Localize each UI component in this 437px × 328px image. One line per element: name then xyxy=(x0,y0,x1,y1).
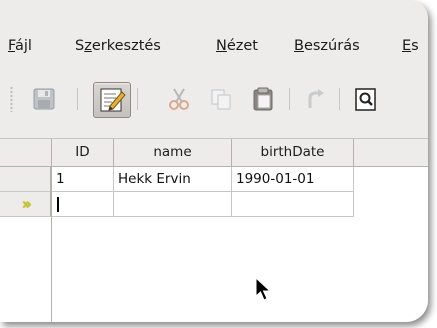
new-cell-birthdate[interactable] xyxy=(232,192,354,217)
new-cell-name[interactable] xyxy=(114,192,232,217)
menu-edit-label-post: erkesztés xyxy=(91,38,161,54)
row-header[interactable] xyxy=(0,167,51,192)
cell-birthdate[interactable]: 1990-01-01 xyxy=(232,167,354,192)
menu-more-label-post: s xyxy=(411,38,419,54)
cut-button[interactable] xyxy=(161,82,197,116)
table-data-grid: ID name birthDate 1 Hekk Ervin 1990-01-0… xyxy=(0,138,428,322)
menu-edit[interactable]: Szerkesztés xyxy=(75,38,161,54)
paste-icon xyxy=(253,87,273,111)
corner-header[interactable] xyxy=(0,139,52,166)
mouse-pointer-icon xyxy=(255,277,272,301)
cell-name[interactable]: Hekk Ervin xyxy=(114,167,232,192)
toolbar-separator xyxy=(339,88,340,110)
toolbar-separator xyxy=(137,88,138,110)
menu-file[interactable]: Fájl xyxy=(8,38,32,54)
menu-view-label-post: ézet xyxy=(226,38,258,54)
table-data-view-window: Fájl Szerkesztés Nézet Beszúrás Es ID na… xyxy=(0,0,428,322)
menu-bar: Fájl Szerkesztés Nézet Beszúrás Es xyxy=(0,38,428,64)
text-cursor xyxy=(57,197,59,212)
copy-button[interactable] xyxy=(203,82,239,116)
undo-icon xyxy=(308,89,324,108)
find-record-icon xyxy=(355,88,376,111)
menu-more-mnemonic: E xyxy=(402,38,412,54)
toolbar-separator xyxy=(289,88,290,110)
menu-view-mnemonic: N xyxy=(216,38,227,54)
toolbar-grip[interactable] xyxy=(10,86,13,112)
new-row-marker-icon: » xyxy=(22,195,32,213)
new-record-row[interactable]: » xyxy=(0,192,428,217)
cut-icon xyxy=(169,88,189,110)
column-header-birthdate[interactable]: birthDate xyxy=(232,139,354,166)
copy-icon xyxy=(211,89,231,110)
column-header-row: ID name birthDate xyxy=(0,139,428,167)
edit-data-icon xyxy=(100,88,126,112)
new-cell-id[interactable] xyxy=(52,192,114,217)
toolbar-separator xyxy=(77,88,78,110)
menu-insert-mnemonic: B xyxy=(294,38,304,54)
edit-data-button[interactable] xyxy=(93,82,131,118)
standard-toolbar xyxy=(0,74,428,124)
menu-file-mnemonic: F xyxy=(8,38,16,54)
cell-id[interactable]: 1 xyxy=(52,167,114,192)
column-header-name[interactable]: name xyxy=(114,139,232,166)
menu-edit-mnemonic: z xyxy=(84,38,92,54)
save-button[interactable] xyxy=(26,82,62,116)
menu-insert-label-post: eszúrás xyxy=(303,38,360,54)
save-icon xyxy=(33,88,55,110)
undo-button[interactable] xyxy=(296,82,332,116)
paste-button[interactable] xyxy=(245,82,281,116)
menu-file-label-post: ájl xyxy=(15,38,32,54)
find-record-button[interactable] xyxy=(348,82,384,116)
menu-insert[interactable]: Beszúrás xyxy=(294,38,360,54)
menu-view[interactable]: Nézet xyxy=(216,38,258,54)
menu-more[interactable]: Es xyxy=(402,38,419,54)
row-header-new[interactable]: » xyxy=(0,192,51,217)
table-row[interactable]: 1 Hekk Ervin 1990-01-01 xyxy=(0,167,428,192)
column-header-id[interactable]: ID xyxy=(52,139,114,166)
menu-edit-label-pre: S xyxy=(75,38,85,54)
